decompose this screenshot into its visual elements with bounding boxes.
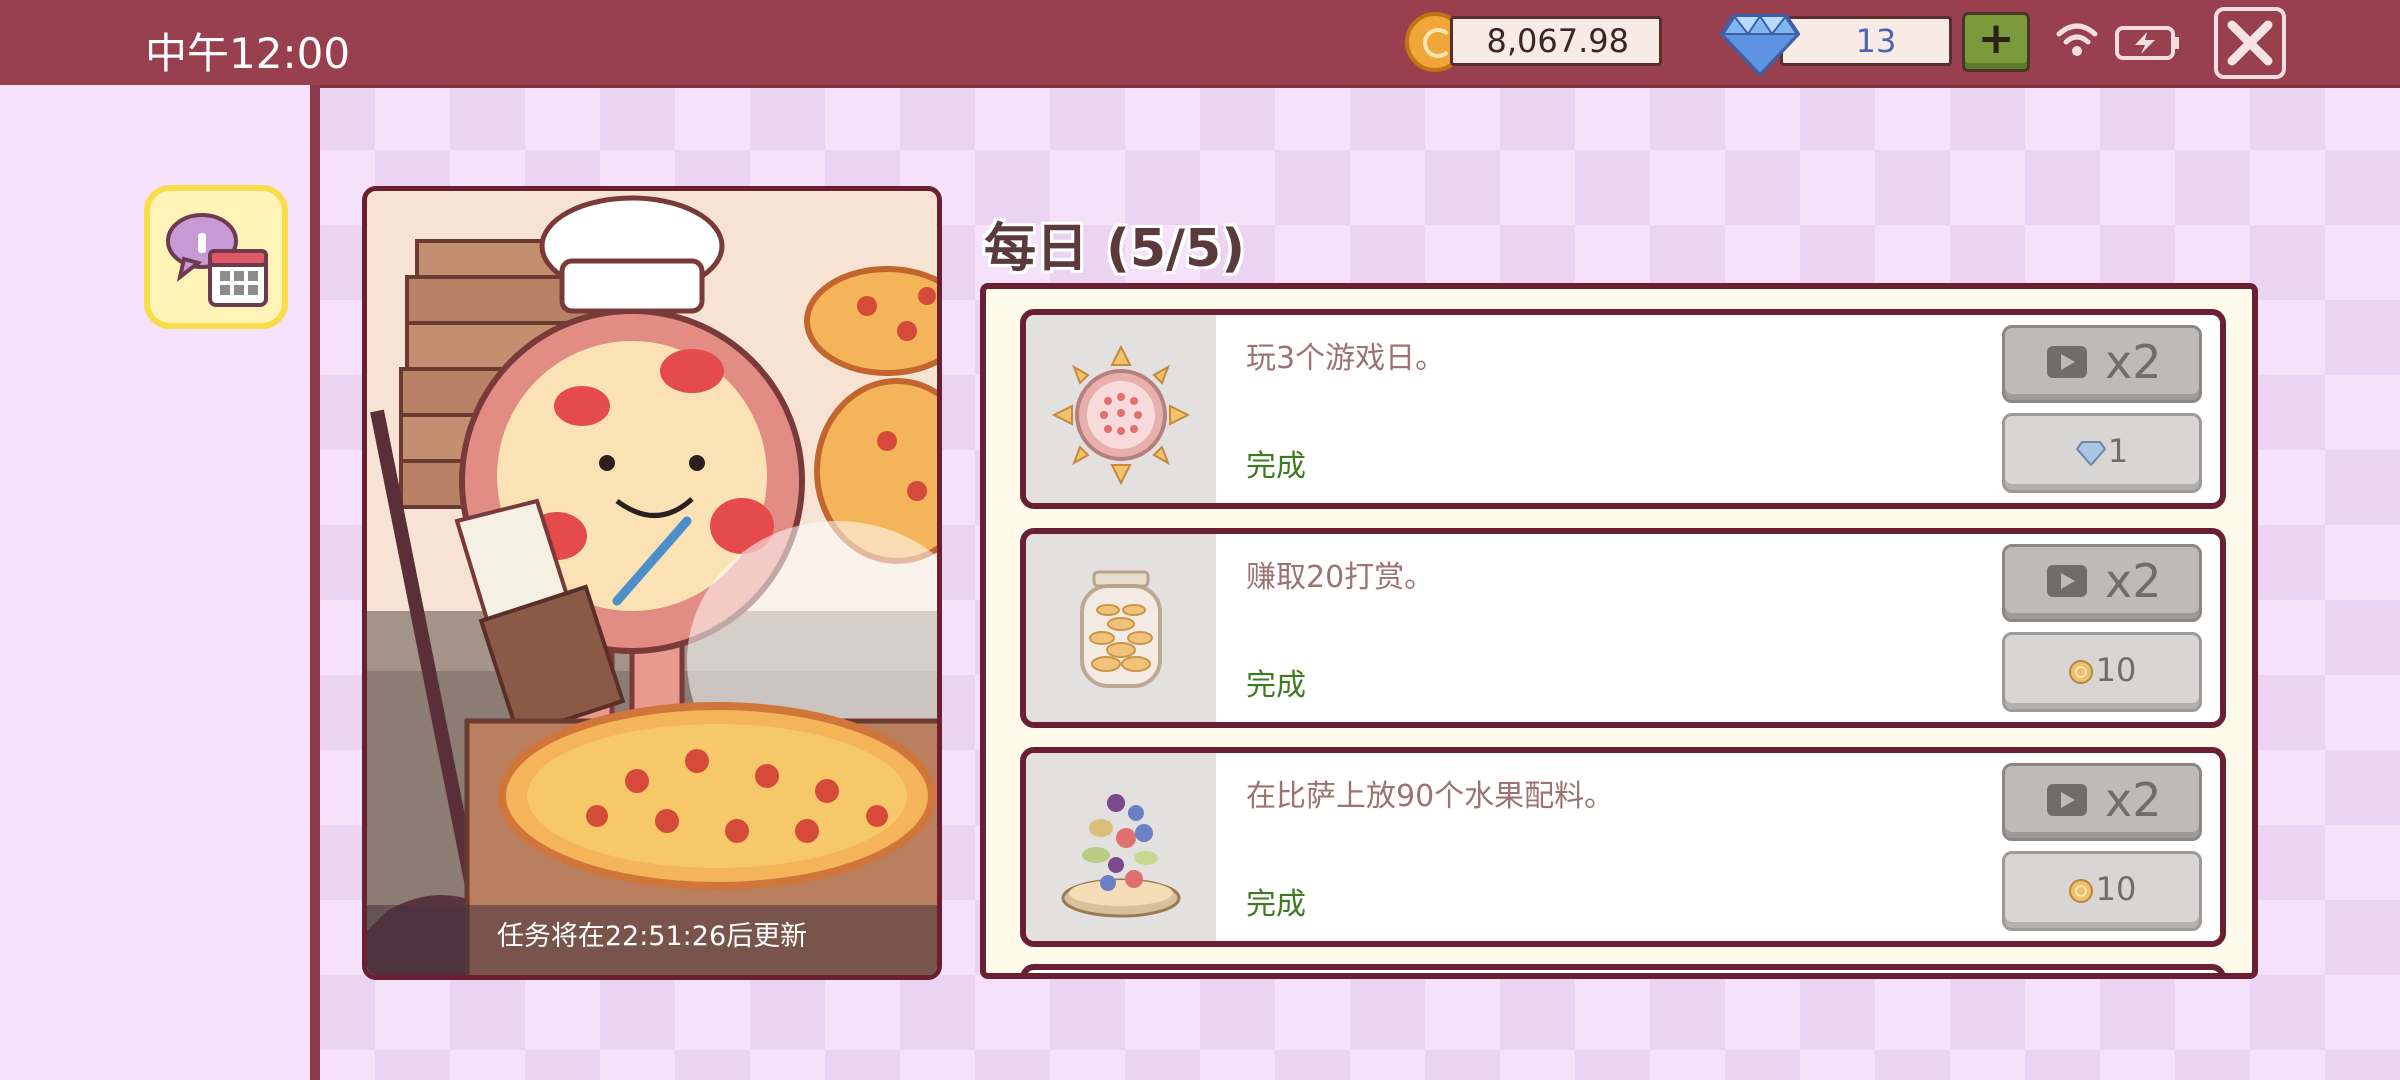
- reward-amount: 10: [2095, 870, 2137, 908]
- coin-jar-icon: [1080, 570, 1162, 688]
- close-icon: [2227, 20, 2273, 66]
- multiplier-label: x2: [2105, 335, 2162, 389]
- watch-video-double-button[interactable]: x2: [2002, 325, 2202, 403]
- reward-amount: 10: [2095, 651, 2137, 689]
- video-play-icon: [2047, 346, 2087, 378]
- claim-reward-button[interactable]: 10: [2002, 632, 2202, 712]
- task-description: 玩3个游戏日。: [1246, 341, 1446, 376]
- tab-daily-tasks[interactable]: [144, 185, 288, 329]
- task-item: 玩3个游戏日。 完成 x2 1: [1020, 309, 2226, 509]
- wifi-icon: [2056, 23, 2098, 56]
- multiplier-label: x2: [2105, 554, 2162, 608]
- illustration-panel: 任务将在22:51:26后更新: [362, 186, 942, 980]
- add-gems-button[interactable]: +: [1962, 12, 2030, 72]
- watch-video-double-button[interactable]: x2: [2002, 544, 2202, 622]
- clock-text: 中午12:00: [145, 29, 351, 78]
- task-description: 赚取20打赏。: [1246, 560, 1435, 595]
- task-status: 完成: [1246, 449, 1306, 484]
- battery-icon: [2115, 26, 2179, 60]
- fruit-toppings-icon: [1061, 794, 1181, 918]
- task-status: 完成: [1246, 887, 1306, 922]
- claim-reward-button[interactable]: 10: [2002, 851, 2202, 931]
- coin-icon: [2068, 660, 2093, 684]
- gem-icon: [2075, 441, 2106, 466]
- refresh-countdown: 任务将在22:51:26后更新: [367, 905, 937, 975]
- top-bar: 中午12:00 8,067.98 13 +: [0, 0, 2400, 85]
- task-item: 赚取20打赏。 完成 x2 10: [1020, 528, 2226, 728]
- task-status: 完成: [1246, 668, 1306, 703]
- task-item-partial: [1020, 964, 2226, 973]
- gem-balance: 13: [1780, 16, 1952, 66]
- close-button[interactable]: [2214, 7, 2286, 79]
- task-icon-box: [1026, 534, 1216, 722]
- video-play-icon: [2047, 784, 2087, 816]
- video-play-icon: [2047, 565, 2087, 597]
- section-title: 每日 (5/5): [984, 219, 1245, 279]
- chat-calendar-icon: [166, 213, 268, 307]
- sun-pizza-icon: [1051, 345, 1191, 485]
- gem-icon: [1720, 14, 1800, 76]
- claim-reward-button[interactable]: 1: [2002, 413, 2202, 493]
- watch-video-double-button[interactable]: x2: [2002, 763, 2202, 841]
- task-list[interactable]: 玩3个游戏日。 完成 x2 1 赚取20打赏。 完成 x2 10 在比萨上放90…: [980, 283, 2258, 979]
- coin-icon: [2068, 879, 2093, 903]
- task-icon-box: [1026, 315, 1216, 503]
- coin-balance: 8,067.98: [1450, 16, 1662, 66]
- pizza-chef-illustration: [367, 191, 937, 975]
- task-item: 在比萨上放90个水果配料。 完成 x2 10: [1020, 747, 2226, 947]
- reward-amount: 1: [2107, 432, 2129, 470]
- task-icon-box: [1026, 753, 1216, 941]
- task-description: 在比萨上放90个水果配料。: [1246, 779, 1615, 814]
- multiplier-label: x2: [2105, 773, 2162, 827]
